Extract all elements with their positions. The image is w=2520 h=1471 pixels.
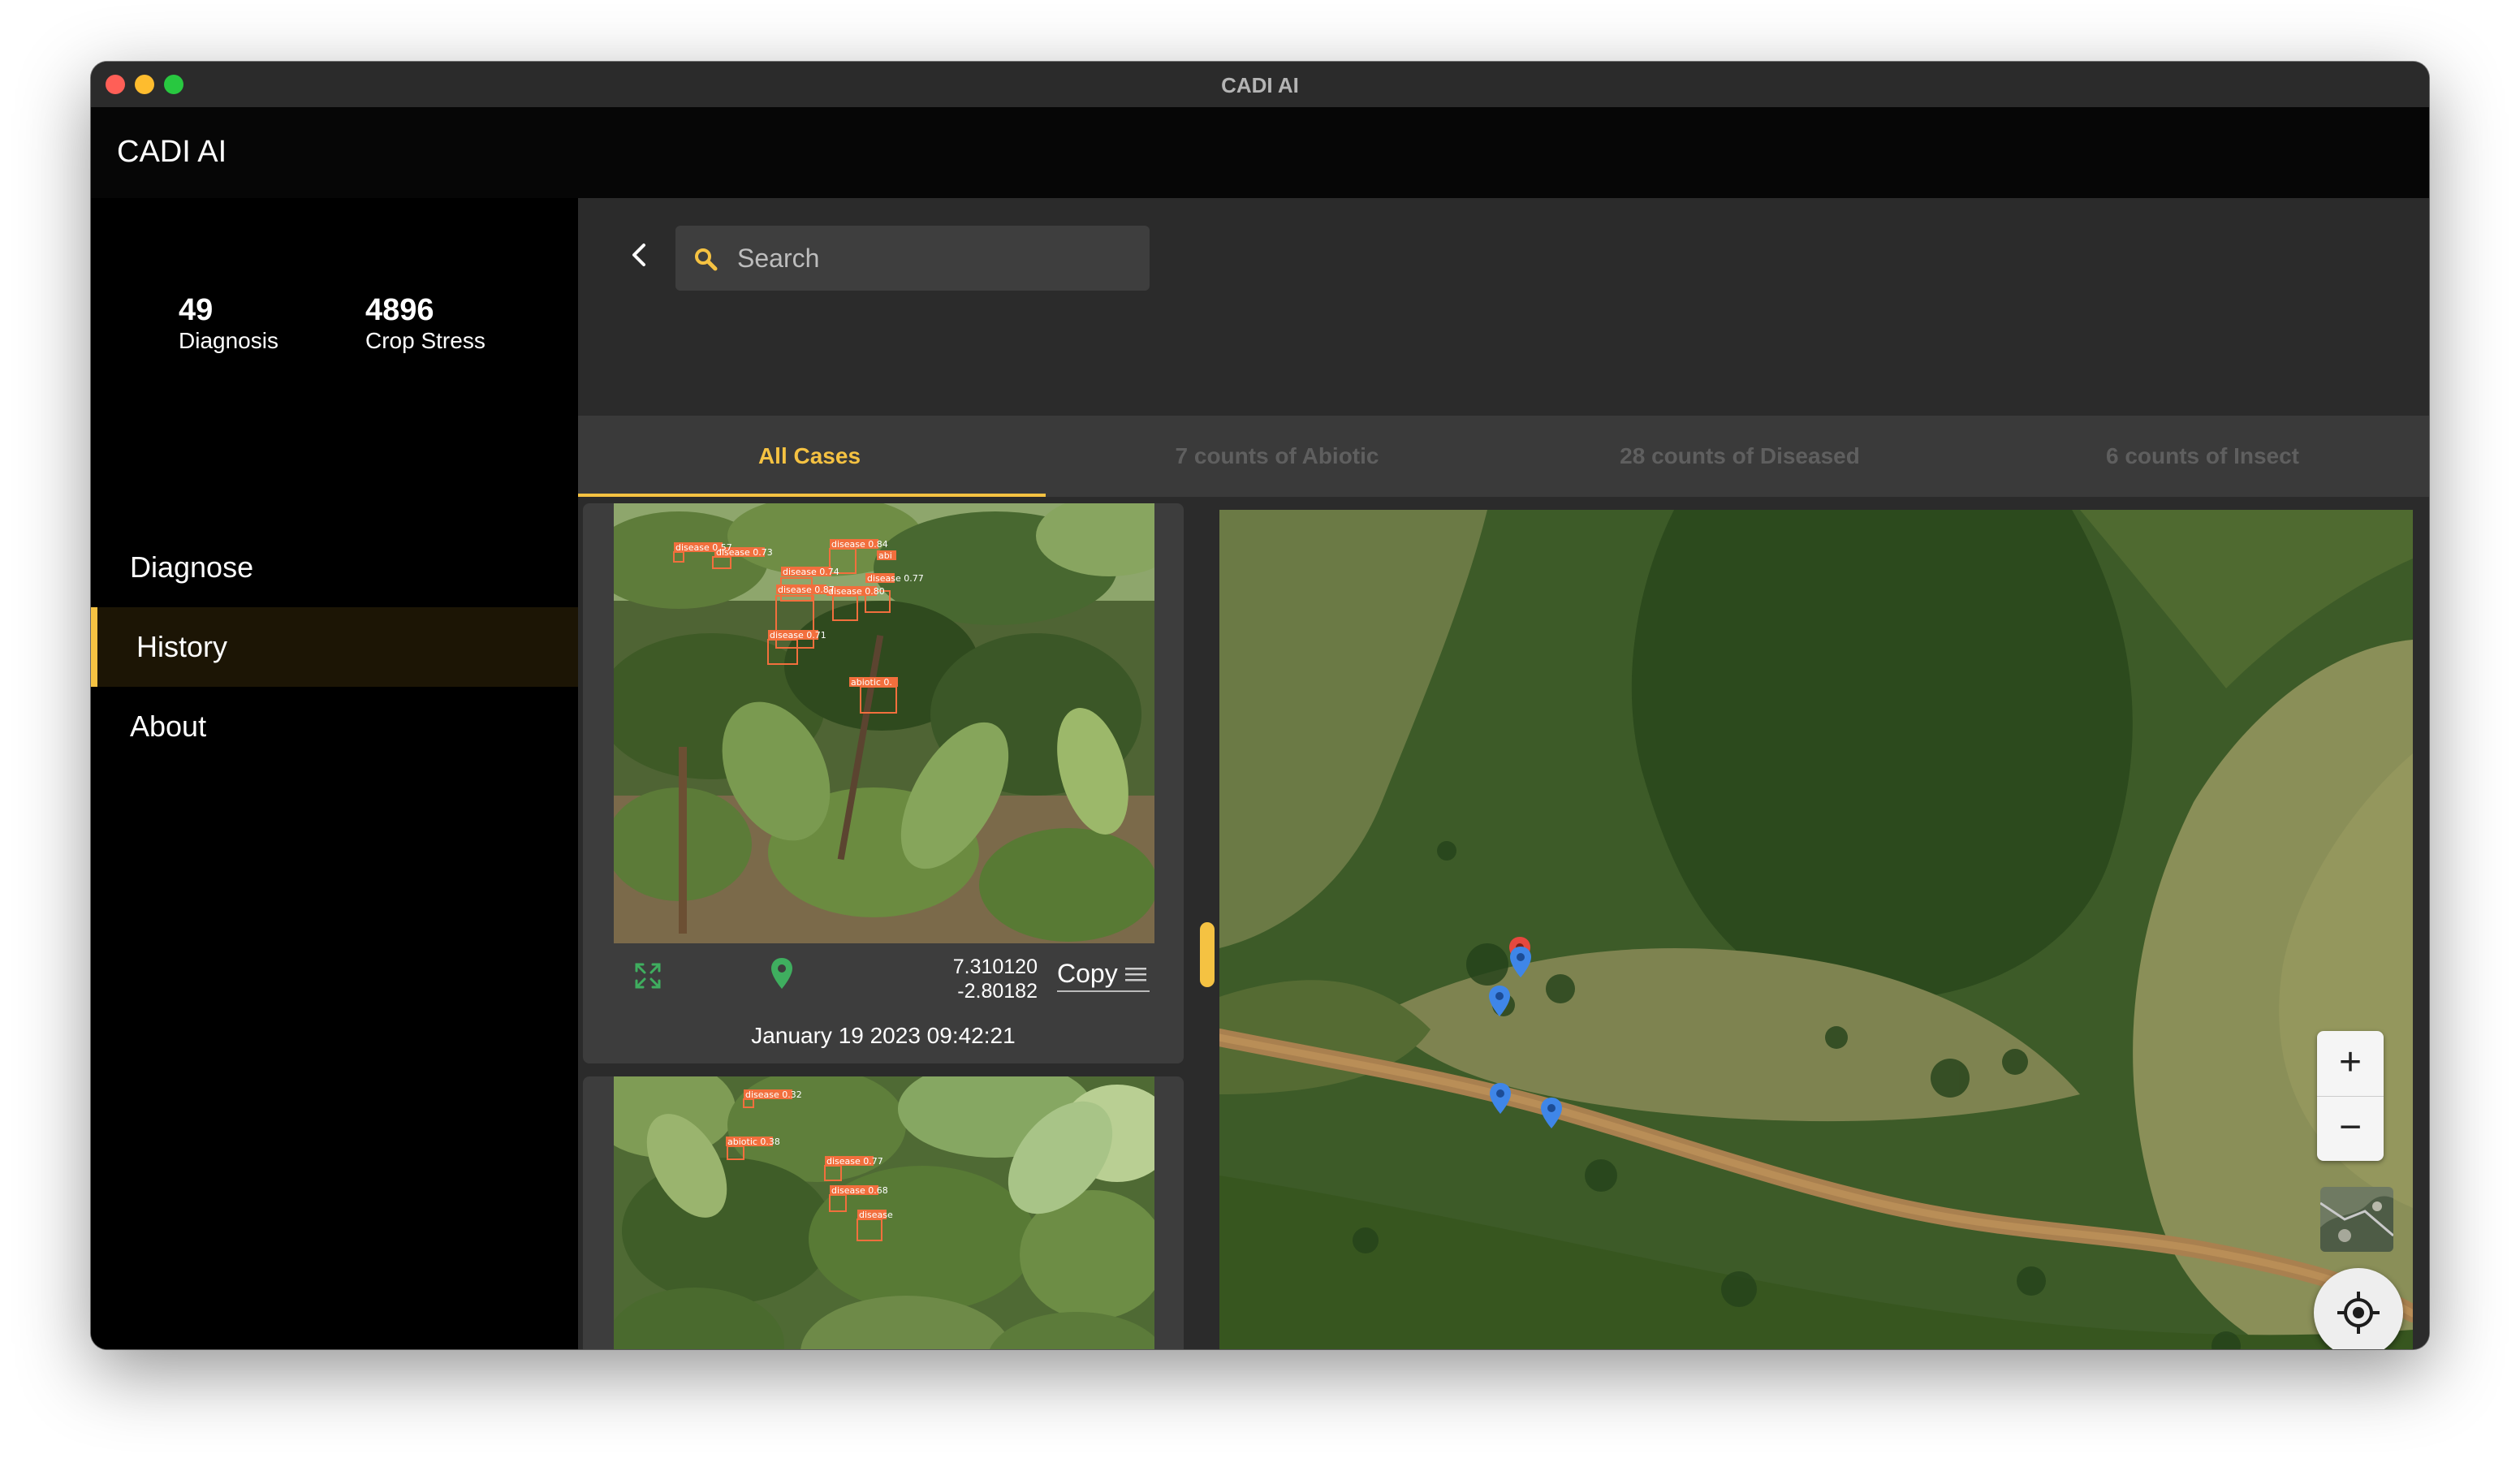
app-title: CADI AI: [117, 135, 227, 169]
detection-label: abiotic 0.: [851, 677, 892, 688]
case-photo[interactable]: disease 0.57 disease 0.73 disease 0.84 d…: [614, 503, 1154, 943]
detection-label: disease 0.74: [783, 567, 839, 577]
nav-item-diagnose-label: Diagnose: [130, 550, 254, 584]
case-list[interactable]: disease 0.57 disease 0.73 disease 0.84 d…: [583, 503, 1184, 1349]
tab-all-cases[interactable]: All Cases: [578, 416, 1046, 497]
nav-item-about-label: About: [130, 710, 207, 743]
case-latitude: 7.310120: [952, 956, 1038, 978]
search-icon: [695, 248, 718, 271]
app-window: CADI AI CADI AI 49 Diagnosis 4896 Crop S…: [91, 62, 2429, 1349]
detection-label: disease 0.68: [831, 1185, 888, 1196]
expand-icon[interactable]: [633, 961, 662, 990]
zoom-control: + −: [2317, 1031, 2384, 1161]
zoom-out-button[interactable]: −: [2317, 1096, 2384, 1161]
case-card[interactable]: disease 0.57 disease 0.73 disease 0.84 d…: [583, 503, 1184, 1063]
tab-insect[interactable]: 6 counts of Insect: [1971, 416, 2429, 497]
app-bar: CADI AI: [91, 107, 2429, 198]
case-tabs: All Cases 7 counts of Abiotic 28 counts …: [578, 416, 2429, 497]
layer-thumbnail-icon: [2320, 1187, 2393, 1252]
detection-label: disease 0.87: [778, 585, 835, 595]
detection-label: disease 0.84: [831, 539, 888, 550]
search-input[interactable]: [737, 226, 1135, 291]
detection-label: disease 0.32: [745, 1089, 802, 1100]
title-bar: CADI AI: [91, 62, 2429, 108]
case-list-scrollbar[interactable]: [1200, 922, 1215, 987]
case-actions: 7.310120 -2.80182 Copy: [583, 948, 1184, 1013]
stat-diagnosis-value: 49: [179, 293, 214, 327]
zoom-in-button[interactable]: +: [2317, 1031, 2384, 1097]
case-longitude: -2.80182: [957, 980, 1038, 1003]
nav-item-history-label: History: [136, 630, 228, 663]
map-marker[interactable]: [1488, 1081, 1512, 1115]
nav-item-about[interactable]: About: [91, 687, 578, 766]
sidebar: 49 Diagnosis 4896 Crop Stress Diagnose H…: [91, 198, 578, 1349]
chevron-left-icon: [632, 244, 645, 266]
map-marker[interactable]: [1487, 984, 1512, 1018]
my-location-icon: [2337, 1292, 2380, 1334]
back-button[interactable]: [624, 239, 656, 271]
case-date: January 19 2023 09:42:21: [751, 1023, 1016, 1048]
search-box[interactable]: [675, 226, 1150, 291]
nav-item-history[interactable]: History: [91, 607, 578, 687]
satellite-map: [1219, 510, 2413, 1349]
detection-label: disease 0.71: [770, 630, 826, 641]
case-coordinates: 7.310120 -2.80182: [924, 955, 1038, 1003]
stat-crop-stress-label: Crop Stress: [365, 328, 485, 353]
window-title: CADI AI: [1221, 73, 1299, 97]
copy-coordinates-button[interactable]: Copy: [1057, 958, 1150, 992]
nav-item-diagnose[interactable]: Diagnose: [91, 528, 578, 607]
detection-label: disease 0.77: [826, 1156, 883, 1167]
stat-crop-stress: 4896 Crop Stress: [365, 294, 485, 356]
map-layer-toggle[interactable]: [2320, 1187, 2393, 1252]
location-pin-icon[interactable]: [770, 956, 794, 990]
detection-label: abiotic 0.38: [727, 1137, 780, 1147]
detection-label: abi: [878, 550, 892, 561]
my-location-button[interactable]: [2314, 1268, 2403, 1349]
stat-crop-stress-value: 4896: [365, 293, 434, 327]
case-photo[interactable]: disease 0.32 abiotic 0.38 disease 0.77 d…: [614, 1076, 1154, 1349]
map-view[interactable]: + −: [1219, 510, 2413, 1349]
case-card[interactable]: disease 0.32 abiotic 0.38 disease 0.77 d…: [583, 1076, 1184, 1349]
stat-diagnosis: 49 Diagnosis: [179, 294, 278, 356]
detection-label: disease 0.80: [828, 586, 885, 597]
detection-label: disease 0.73: [716, 547, 773, 558]
map-marker[interactable]: [1539, 1096, 1564, 1130]
detection-label: disease: [859, 1210, 893, 1220]
tab-abiotic[interactable]: 7 counts of Abiotic: [1046, 416, 1508, 497]
stat-diagnosis-label: Diagnosis: [179, 328, 278, 353]
copy-label: Copy: [1057, 959, 1118, 988]
menu-icon: [1125, 968, 1146, 981]
map-marker[interactable]: [1508, 945, 1533, 979]
history-panel: All Cases 7 counts of Abiotic 28 counts …: [578, 198, 2429, 1349]
tab-diseased[interactable]: 28 counts of Diseased: [1508, 416, 1971, 497]
